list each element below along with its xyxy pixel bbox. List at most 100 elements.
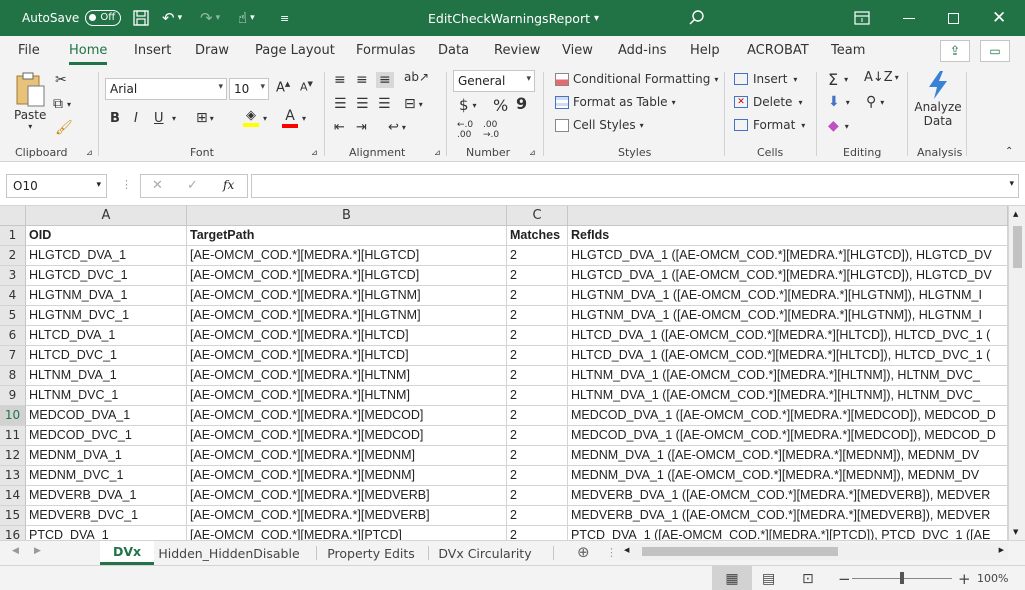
- table-cell[interactable]: [AE-OMCM_COD.*][MEDRA.*][HLGTNM]: [187, 306, 507, 326]
- table-cell[interactable]: [AE-OMCM_COD.*][MEDRA.*][MEDNM]: [187, 466, 507, 486]
- horizontal-scrollbar[interactable]: ◀ ▶: [620, 543, 1008, 560]
- tab-review[interactable]: Review: [494, 43, 540, 58]
- table-cell[interactable]: MEDCOD_DVA_1: [26, 406, 187, 426]
- table-cell[interactable]: 2: [507, 486, 568, 506]
- table-cell[interactable]: MEDCOD_DVC_1: [26, 426, 187, 446]
- table-cell[interactable]: HLGTCD_DVA_1: [26, 246, 187, 266]
- font-name-combo[interactable]: Arial ▾: [105, 78, 227, 100]
- table-cell[interactable]: MEDNM_DVA_1: [26, 446, 187, 466]
- undo-icon[interactable]: ↶ ▾: [162, 0, 182, 36]
- table-cell[interactable]: [AE-OMCM_COD.*][MEDRA.*][PTCD]: [187, 526, 507, 540]
- font-color-icon[interactable]: A: [282, 108, 298, 128]
- table-cell[interactable]: HLTNM_DVA_1 ([AE-OMCM_COD.*][MEDRA.*][HL…: [568, 366, 1008, 386]
- underline-button[interactable]: U: [154, 111, 164, 126]
- select-all-corner[interactable]: [0, 206, 26, 226]
- table-cell[interactable]: 2: [507, 306, 568, 326]
- analyze-data-button[interactable]: Analyze Data: [914, 70, 962, 128]
- table-cell[interactable]: [AE-OMCM_COD.*][MEDRA.*][HLTNM]: [187, 366, 507, 386]
- format-painter-icon[interactable]: 🖌: [55, 120, 73, 136]
- table-cell[interactable]: [AE-OMCM_COD.*][MEDRA.*][MEDVERB]: [187, 486, 507, 506]
- autosave-toggle[interactable]: Off: [85, 10, 122, 26]
- customize-qat-icon[interactable]: ≡: [280, 0, 289, 36]
- search-icon[interactable]: [688, 0, 706, 36]
- insert-function-button[interactable]: fx: [223, 178, 234, 192]
- tab-page-layout[interactable]: Page Layout: [255, 43, 335, 58]
- header-cell[interactable]: TargetPath: [187, 226, 507, 246]
- cell-styles-button[interactable]: Cell Styles ▾: [555, 118, 644, 132]
- row-header[interactable]: 7: [0, 346, 26, 366]
- table-cell[interactable]: 2: [507, 266, 568, 286]
- increase-font-icon[interactable]: A▲: [276, 80, 290, 95]
- table-cell[interactable]: HLTCD_DVA_1: [26, 326, 187, 346]
- tab-draw[interactable]: Draw: [195, 43, 229, 58]
- collapse-ribbon-icon[interactable]: ⌃: [1005, 146, 1013, 157]
- middle-align-icon[interactable]: ≡: [356, 72, 368, 88]
- tab-data[interactable]: Data: [438, 43, 469, 58]
- format-cells-button[interactable]: Format ▾: [734, 118, 805, 132]
- redo-icon[interactable]: ↷ ▾: [200, 0, 220, 36]
- zoom-slider[interactable]: [852, 566, 952, 590]
- bottom-align-icon[interactable]: ≡: [376, 72, 394, 88]
- sort-filter-icon[interactable]: A↓Z ▾: [864, 70, 899, 85]
- table-cell[interactable]: MEDVERB_DVA_1: [26, 486, 187, 506]
- table-cell[interactable]: MEDNM_DVA_1 ([AE-OMCM_COD.*][MEDRA.*][ME…: [568, 466, 1008, 486]
- scroll-thumb[interactable]: [642, 547, 838, 556]
- tab-acrobat[interactable]: ACROBAT: [747, 43, 809, 58]
- table-cell[interactable]: 2: [507, 346, 568, 366]
- format-as-table-button[interactable]: Format as Table ▾: [555, 95, 676, 109]
- paste-button[interactable]: Paste ▾: [14, 72, 46, 131]
- sheet-tab-property-edits[interactable]: Property Edits: [318, 541, 424, 565]
- merge-center-icon[interactable]: ⊟ ▾: [404, 96, 423, 112]
- table-cell[interactable]: MEDCOD_DVA_1 ([AE-OMCM_COD.*][MEDRA.*][M…: [568, 426, 1008, 446]
- currency-button[interactable]: $ ▾: [459, 96, 477, 114]
- zoom-in-button[interactable]: +: [958, 566, 971, 590]
- copy-icon[interactable]: ⧉ ▾: [53, 96, 71, 112]
- dialog-launcher-icon[interactable]: ⊿: [529, 148, 536, 157]
- insert-cells-button[interactable]: Insert ▾: [734, 72, 797, 86]
- table-cell[interactable]: MEDNM_DVC_1: [26, 466, 187, 486]
- italic-button[interactable]: I: [134, 111, 138, 126]
- enter-icon[interactable]: ✓: [187, 178, 198, 193]
- cut-icon[interactable]: ✂: [55, 72, 67, 88]
- borders-icon[interactable]: ⊞ ▾: [196, 110, 214, 126]
- table-cell[interactable]: [AE-OMCM_COD.*][MEDRA.*][MEDVERB]: [187, 506, 507, 526]
- row-header[interactable]: 12: [0, 446, 26, 466]
- table-cell[interactable]: 2: [507, 246, 568, 266]
- table-cell[interactable]: 2: [507, 466, 568, 486]
- row-header[interactable]: 6: [0, 326, 26, 346]
- zoom-level[interactable]: 100%: [977, 566, 1008, 590]
- table-cell[interactable]: HLGTNM_DVA_1 ([AE-OMCM_COD.*][MEDRA.*][H…: [568, 286, 1008, 306]
- chevron-down-icon[interactable]: ▾: [263, 114, 267, 123]
- table-cell[interactable]: 2: [507, 406, 568, 426]
- sheet-tab-dvx-circularity[interactable]: DVx Circularity: [430, 541, 540, 565]
- page-break-view-button[interactable]: ⊡: [802, 566, 814, 590]
- table-cell[interactable]: MEDVERB_DVC_1: [26, 506, 187, 526]
- row-header[interactable]: 4: [0, 286, 26, 306]
- chevron-down-icon[interactable]: ▾: [1009, 179, 1014, 189]
- font-size-combo[interactable]: 10 ▾: [229, 78, 269, 100]
- table-cell[interactable]: HLTNM_DVA_1 ([AE-OMCM_COD.*][MEDRA.*][HL…: [568, 386, 1008, 406]
- orientation-icon[interactable]: ab↗: [404, 70, 429, 84]
- row-header[interactable]: 13: [0, 466, 26, 486]
- header-cell[interactable]: RefIds: [568, 226, 1008, 246]
- page-layout-view-button[interactable]: ▤: [762, 566, 775, 590]
- table-cell[interactable]: HLGTNM_DVA_1: [26, 286, 187, 306]
- find-select-icon[interactable]: ⚲ ▾: [866, 94, 884, 110]
- touch-mode-icon[interactable]: ☝ ▾: [238, 0, 255, 36]
- table-cell[interactable]: MEDVERB_DVA_1 ([AE-OMCM_COD.*][MEDRA.*][…: [568, 506, 1008, 526]
- table-cell[interactable]: [AE-OMCM_COD.*][MEDRA.*][HLTNM]: [187, 386, 507, 406]
- dialog-launcher-icon[interactable]: ⊿: [86, 148, 93, 157]
- header-cell[interactable]: OID: [26, 226, 187, 246]
- number-format-combo[interactable]: General ▾: [453, 70, 535, 92]
- table-cell[interactable]: [AE-OMCM_COD.*][MEDRA.*][HLTCD]: [187, 326, 507, 346]
- scroll-left-icon[interactable]: ◀: [624, 546, 629, 554]
- table-cell[interactable]: HLGTCD_DVC_1: [26, 266, 187, 286]
- dialog-launcher-icon[interactable]: ⊿: [311, 148, 318, 157]
- table-cell[interactable]: [AE-OMCM_COD.*][MEDRA.*][HLGTNM]: [187, 286, 507, 306]
- increase-decimal-icon[interactable]: ←.0.00: [457, 120, 473, 140]
- scroll-down-icon[interactable]: ▼: [1013, 528, 1018, 536]
- row-header[interactable]: 11: [0, 426, 26, 446]
- cancel-icon[interactable]: ✕: [152, 178, 163, 193]
- increase-indent-icon[interactable]: ⇥: [356, 120, 367, 135]
- header-cell[interactable]: Matches: [507, 226, 568, 246]
